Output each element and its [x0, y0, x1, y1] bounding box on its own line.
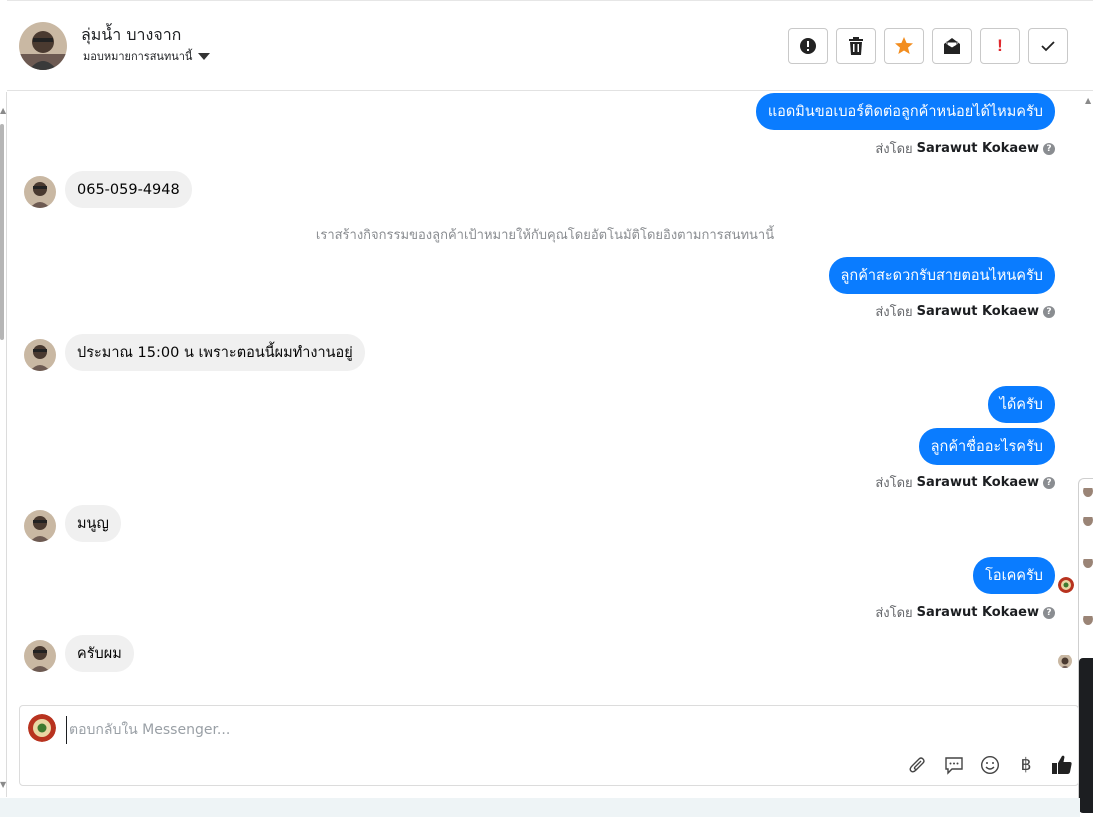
assign-conversation-dropdown[interactable]: มอบหมายการสนทนานี้ — [83, 47, 211, 65]
outgoing-message[interactable]: ลูกค้าสะดวกรับสายตอนไหนครับ — [828, 257, 1055, 294]
help-icon[interactable]: ? — [1043, 606, 1055, 619]
sent-by-label: ส่งโดย Sarawut Kokaew ? — [875, 472, 1055, 493]
contact-avatar-small — [24, 339, 56, 371]
side-avatar-icon — [1083, 485, 1093, 497]
side-avatar-icon — [1083, 514, 1093, 526]
paperclip-icon[interactable] — [906, 753, 930, 777]
star-icon — [895, 37, 913, 54]
messenger-conversation: ▲ ▼ ลุ่มน้ำ บางจาก มอบหมายการสนทนานี้ ! … — [0, 0, 1093, 817]
incoming-message[interactable]: ประมาณ 15:00 น เพราะตอนนี้ผมทำงานอยู่ — [65, 334, 365, 371]
star-button[interactable] — [884, 28, 924, 64]
sender-name: Sarawut Kokaew — [916, 475, 1039, 490]
smiley-icon[interactable] — [978, 753, 1002, 777]
help-icon[interactable]: ? — [1043, 142, 1055, 155]
mark-unread-button[interactable] — [932, 28, 972, 64]
check-icon — [1041, 41, 1055, 52]
chat-reply-icon[interactable] — [942, 753, 966, 777]
sent-by-label: ส่งโดย Sarawut Kokaew ? — [875, 301, 1055, 322]
envelope-open-icon — [944, 38, 960, 54]
sent-by-prefix: ส่งโดย — [875, 142, 913, 157]
sent-by-prefix: ส่งโดย — [875, 606, 913, 621]
thumbs-up-icon[interactable] — [1050, 753, 1074, 777]
contact-avatar[interactable] — [19, 22, 67, 70]
assign-label: มอบหมายการสนทนานี้ — [83, 50, 193, 63]
scrollbar-thumb[interactable] — [0, 124, 4, 340]
contact-avatar-small — [24, 510, 56, 542]
scroll-up-arrow[interactable]: ▲ — [0, 106, 6, 115]
baht-icon[interactable]: ฿ — [1014, 753, 1038, 777]
side-panel-dark — [1079, 658, 1093, 813]
system-note: เราสร้างกิจกรรมของลูกค้าเป้าหมายให้กับคุ… — [315, 228, 775, 243]
help-icon[interactable]: ? — [1043, 476, 1055, 489]
incoming-message[interactable]: มนูญ — [65, 505, 121, 542]
seen-avatar-icon — [1058, 577, 1074, 593]
side-avatar-icon — [1083, 613, 1093, 625]
composer-toolbar: ฿ — [906, 753, 1074, 777]
scroll-up-arrow-right[interactable]: ▲ — [1085, 96, 1091, 105]
sent-by-prefix: ส่งโดย — [875, 476, 913, 491]
contact-avatar-small — [24, 176, 56, 208]
sender-name: Sarawut Kokaew — [916, 304, 1039, 319]
mark-spam-button[interactable] — [788, 28, 828, 64]
help-icon[interactable]: ? — [1043, 305, 1055, 318]
side-avatar-icon — [1083, 556, 1093, 568]
alert-circle-icon — [800, 38, 816, 54]
sent-by-label: ส่งโดย Sarawut Kokaew ? — [875, 602, 1055, 623]
incoming-message[interactable]: ครับผม — [65, 635, 134, 672]
trash-icon — [849, 37, 863, 55]
outgoing-message[interactable]: แอดมินขอเบอร์ติดต่อลูกค้าหน่อยได้ไหมครับ — [755, 93, 1055, 130]
contact-name[interactable]: ลุ่มน้ำ บางจาก — [81, 23, 181, 48]
message-list: แอดมินขอเบอร์ติดต่อลูกค้าหน่อยได้ไหมครับ… — [7, 92, 1083, 702]
outgoing-message[interactable]: ลูกค้าชื่ออะไรครับ — [918, 428, 1055, 465]
scroll-down-arrow[interactable]: ▼ — [0, 780, 6, 789]
bottom-bar — [0, 798, 1080, 817]
page-avatar — [28, 714, 56, 742]
delete-button[interactable] — [836, 28, 876, 64]
caret-down-icon — [198, 53, 211, 60]
conversation-header: ลุ่มน้ำ บางจาก มอบหมายการสนทนานี้ ! — [7, 0, 1093, 91]
outgoing-message[interactable]: ได้ครับ — [987, 386, 1055, 423]
contact-avatar-small — [24, 640, 56, 672]
outgoing-message[interactable]: โอเคครับ — [973, 557, 1055, 594]
reply-composer: ฿ — [19, 705, 1079, 786]
exclamation-icon: ! — [997, 36, 1003, 55]
sender-name: Sarawut Kokaew — [916, 141, 1039, 156]
follow-up-button[interactable]: ! — [980, 28, 1020, 64]
sent-by-prefix: ส่งโดย — [875, 305, 913, 320]
sent-by-label: ส่งโดย Sarawut Kokaew ? — [875, 138, 1055, 159]
seen-avatar-icon — [1058, 654, 1072, 668]
incoming-message[interactable]: 065-059-4948 — [65, 171, 192, 208]
mark-done-button[interactable] — [1028, 28, 1068, 64]
reply-input[interactable] — [66, 716, 966, 744]
sender-name: Sarawut Kokaew — [916, 605, 1039, 620]
